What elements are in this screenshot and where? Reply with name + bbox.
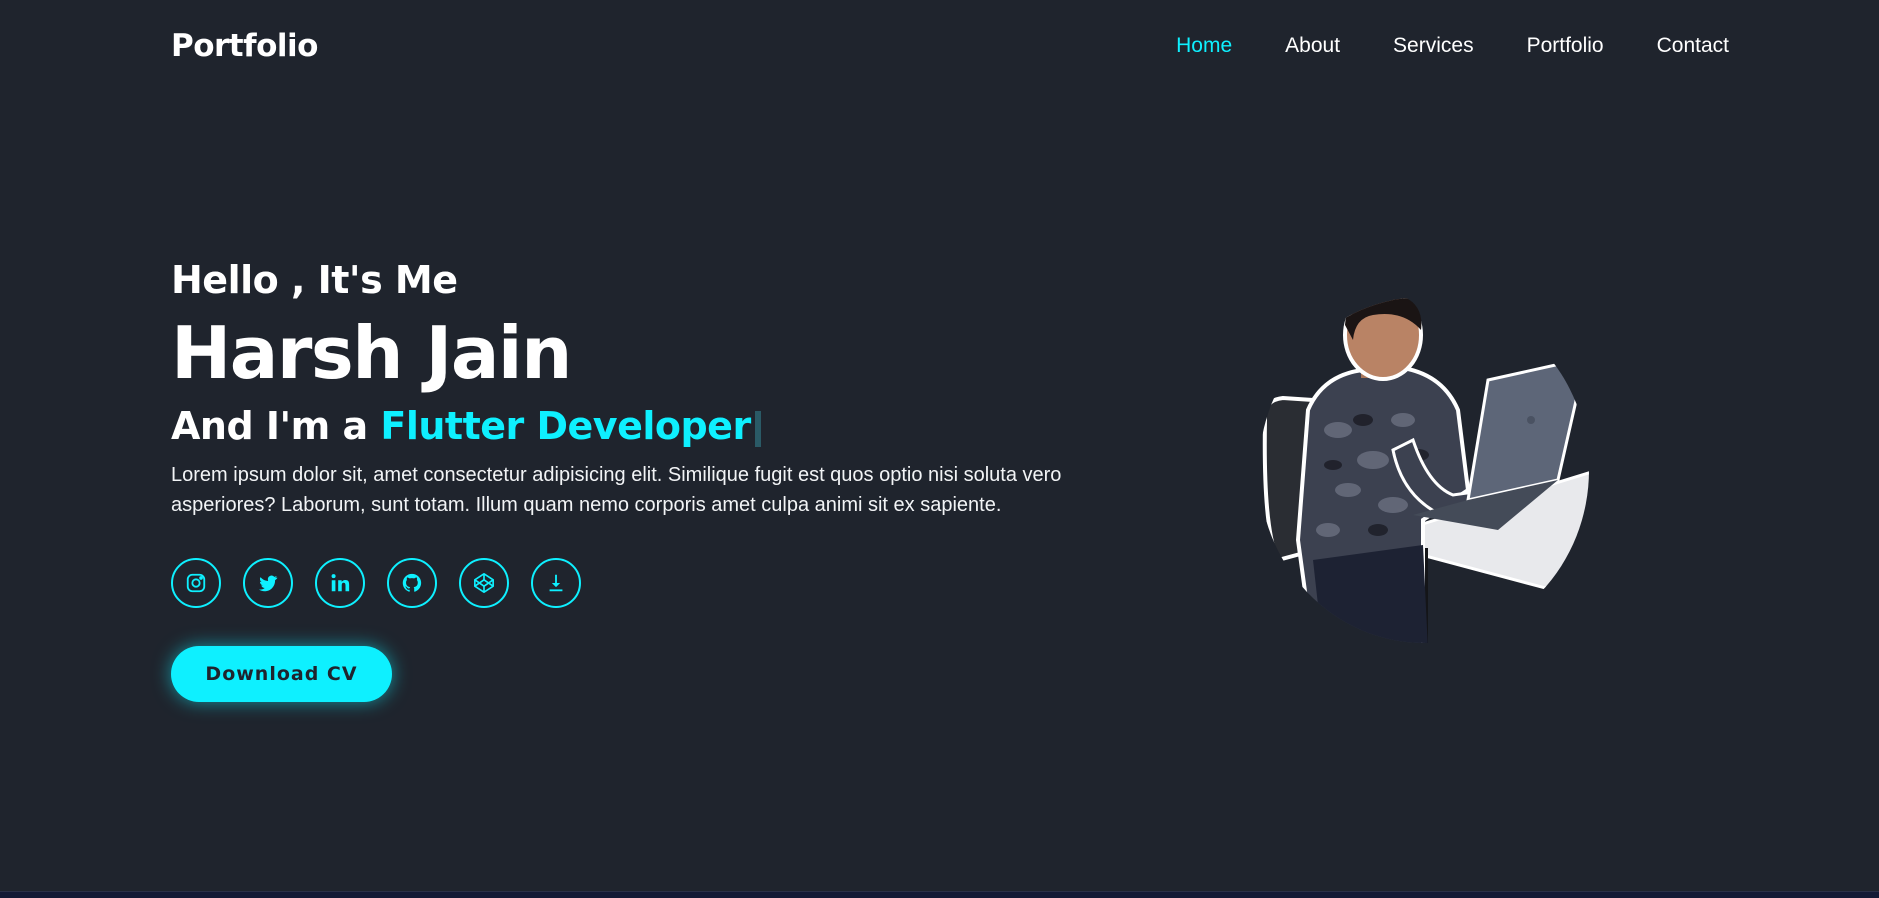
- download-icon: [549, 574, 563, 592]
- instagram-link[interactable]: [171, 558, 221, 608]
- site-header: Portfolio Home About Services Portfolio …: [0, 0, 1879, 94]
- role-prefix: And I'm a: [171, 404, 368, 448]
- github-link[interactable]: [387, 558, 437, 608]
- nav-contact[interactable]: Contact: [1657, 34, 1729, 58]
- download-cv-button[interactable]: Download CV: [171, 646, 392, 702]
- typing-caret: [754, 410, 761, 447]
- github-icon: [402, 573, 422, 592]
- linkedin-link[interactable]: [315, 558, 365, 608]
- linkedin-icon: [331, 574, 350, 592]
- main-nav: Home About Services Portfolio Contact: [1123, 34, 1729, 58]
- hero-content: Hello , It's Me Harsh Jain And I'm a Flu…: [171, 258, 1131, 702]
- instagram-icon: [186, 573, 206, 593]
- social-links: [171, 558, 1131, 608]
- profile-illustration: [1262, 297, 1589, 643]
- hero-name: Harsh Jain: [171, 311, 572, 395]
- hero-role: And I'm a Flutter Developer: [171, 404, 1131, 448]
- role-highlight: Flutter Developer: [380, 404, 751, 448]
- nav-services[interactable]: Services: [1393, 34, 1474, 58]
- hero-greeting: Hello , It's Me: [171, 258, 458, 302]
- profile-photo: [1253, 290, 1595, 650]
- twitter-link[interactable]: [243, 558, 293, 608]
- bottom-edge: [0, 891, 1879, 898]
- nav-about[interactable]: About: [1285, 34, 1340, 58]
- twitter-icon: [258, 575, 278, 592]
- logo[interactable]: Portfolio: [171, 28, 318, 64]
- nav-home[interactable]: Home: [1176, 34, 1232, 58]
- page: Portfolio Home About Services Portfolio …: [0, 0, 1879, 898]
- codepen-icon: [474, 573, 494, 593]
- hero-description: Lorem ipsum dolor sit, amet consectetur …: [171, 464, 1062, 516]
- nav-portfolio[interactable]: Portfolio: [1527, 34, 1604, 58]
- download-link[interactable]: [531, 558, 581, 608]
- codepen-link[interactable]: [459, 558, 509, 608]
